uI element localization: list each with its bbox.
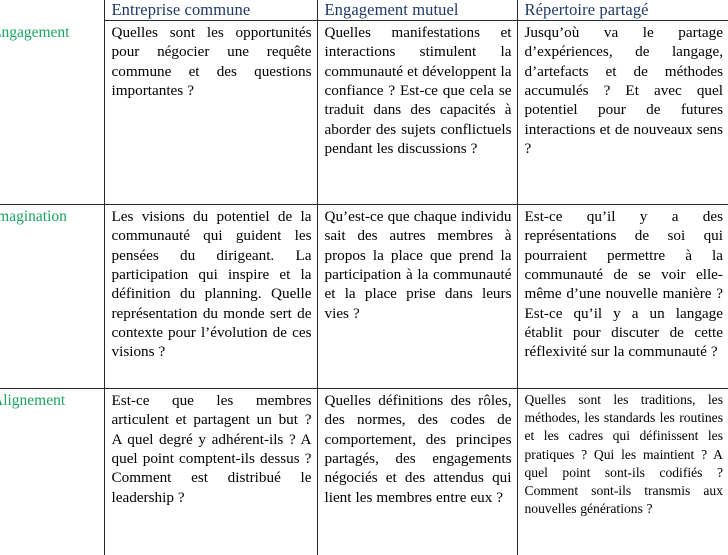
cell-alignement-entreprise-commune: Est-ce que les membres articulent et par… <box>103 388 317 555</box>
cell-text: Quelles sont les opportunités pour négoc… <box>111 24 312 100</box>
cell-imagination-entreprise-commune: Les visions du potentiel de la communaut… <box>103 204 317 389</box>
cell-text: Qu’est-ce que chaque individu sait des a… <box>324 208 512 322</box>
column-header-engagement-mutuel: Engagement mutuel <box>316 0 517 21</box>
cell-text: Quelles manifestations et interactions s… <box>324 24 512 158</box>
row-header-imagination: Imagination <box>0 204 104 389</box>
table-header-row: Entreprise commune Engagement mutuel Rép… <box>0 0 728 21</box>
cell-text: Les visions du potentiel de la communaut… <box>111 208 312 361</box>
table-row: Imagination Les visions du potentiel de … <box>0 204 728 389</box>
row-header-label: Engagement <box>0 23 70 41</box>
table-corner-cell <box>0 0 104 21</box>
row-header-alignement: Alignement <box>0 389 104 555</box>
row-header-engagement: Engagement <box>0 20 104 205</box>
cell-alignement-engagement-mutuel: Quelles définitions des rôles, des norme… <box>316 388 517 555</box>
cell-text: Est-ce que les membres articulent et par… <box>111 392 312 506</box>
table-row: Alignement Est-ce que les membres articu… <box>0 388 728 555</box>
column-header-label: Engagement mutuel <box>324 0 459 19</box>
cell-engagement-engagement-mutuel: Quelles manifestations et interactions s… <box>316 20 517 205</box>
cell-alignement-repertoire-partage: Quelles sont les traditions, les méthode… <box>516 388 728 555</box>
cell-text: Jusqu’où va le partage d’expériences, de… <box>524 24 724 158</box>
cell-text: Est-ce qu’il y a des représentations de … <box>524 208 724 361</box>
column-header-repertoire-partage: Répertoire partagé <box>516 0 728 21</box>
cell-text: Quelles sont les traditions, les méthode… <box>524 392 724 517</box>
table-row: Engagement Quelles sont les opportunités… <box>0 20 728 205</box>
column-header-label: Répertoire partagé <box>524 0 649 19</box>
row-header-label: Imagination <box>0 208 67 225</box>
column-header-label: Entreprise commune <box>111 0 251 19</box>
cell-text: Quelles définitions des rôles, des norme… <box>324 392 512 506</box>
column-header-entreprise-commune: Entreprise commune <box>103 0 317 21</box>
cell-engagement-repertoire-partage: Jusqu’où va le partage d’expériences, de… <box>516 20 728 205</box>
communities-of-practice-table: Entreprise commune Engagement mutuel Rép… <box>0 0 728 555</box>
cell-imagination-engagement-mutuel: Qu’est-ce que chaque individu sait des a… <box>316 204 517 389</box>
row-header-label: Alignement <box>0 392 66 409</box>
cell-imagination-repertoire-partage: Est-ce qu’il y a des représentations de … <box>516 204 728 389</box>
document-page: Entreprise commune Engagement mutuel Rép… <box>0 0 728 555</box>
cell-engagement-entreprise-commune: Quelles sont les opportunités pour négoc… <box>103 20 317 205</box>
